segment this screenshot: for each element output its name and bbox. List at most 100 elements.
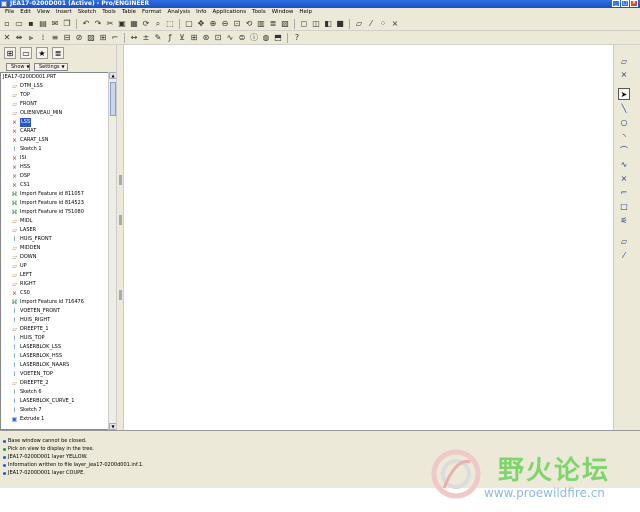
panel-splitter[interactable] <box>116 45 124 430</box>
menu-table[interactable]: Table <box>119 8 139 17</box>
tree-item[interactable]: ⨯ LSS <box>1 118 115 127</box>
csys-display-icon[interactable]: ⨯ <box>390 19 400 29</box>
zoom-out-icon[interactable]: ⊖ <box>220 19 230 29</box>
menu-view[interactable]: View <box>34 8 53 17</box>
tree-item[interactable]: ▱ MIDL <box>1 217 115 226</box>
open-folder-icon[interactable]: ▭ <box>14 19 24 29</box>
tree-item[interactable]: ⌇ Sketch 1 <box>1 145 115 154</box>
menu-insert[interactable]: Insert <box>53 8 75 17</box>
print-icon[interactable]: ▤ <box>38 19 48 29</box>
offset-tool-icon[interactable]: ⌐ <box>618 186 630 198</box>
menu-help[interactable]: Help <box>296 8 315 17</box>
tree-item[interactable]: ⌇ LASERBLOK_HSS <box>1 352 115 361</box>
fillet-tool-icon[interactable]: ⌒ <box>618 144 630 156</box>
tree-item[interactable]: ⌇ LASERBLOK_LSS <box>1 343 115 352</box>
family-table-icon[interactable]: ⊞ <box>189 33 199 43</box>
tree-item[interactable]: ⨯ ISI <box>1 154 115 163</box>
shading-icon[interactable]: ■ <box>335 19 345 29</box>
tree-item[interactable]: ▱ DREEPTE_2 <box>1 379 115 388</box>
menu-file[interactable]: File <box>2 8 17 17</box>
datum-planes-display-icon[interactable]: ▱ <box>354 19 364 29</box>
tree-item[interactable]: ⌇ Sketch 7 <box>1 406 115 415</box>
datum-axis-tool-icon[interactable]: ⨯ <box>618 68 630 80</box>
settings-dropdown[interactable]: Settings ▼ <box>34 62 68 71</box>
menu-tools-a[interactable]: Tools <box>99 8 119 17</box>
tree-item[interactable]: ⌇ HUIS_FRONT <box>1 235 115 244</box>
tree-item[interactable]: ▱ DOWN <box>1 253 115 262</box>
note-icon[interactable]: ✎ <box>153 33 163 43</box>
line-tool-icon[interactable]: ╲ <box>618 102 630 114</box>
layer-tab-icon[interactable]: ≣ <box>52 47 64 59</box>
analysis-icon[interactable]: ⊡ <box>213 33 223 43</box>
reorient-icon[interactable]: ⟲ <box>244 19 254 29</box>
maximize-button[interactable]: □ <box>621 0 629 7</box>
tree-item[interactable]: ⌇ HUIS_TOP <box>1 334 115 343</box>
tree-item[interactable]: ▱ FRONT <box>1 100 115 109</box>
tree-item[interactable]: ⌇ HUIS_RIGHT <box>1 316 115 325</box>
info-icon[interactable]: ⓘ <box>249 33 259 43</box>
spin-center-icon[interactable]: ✥ <box>196 19 206 29</box>
rectangle-tool-icon[interactable]: □ <box>618 200 630 212</box>
tree-item[interactable]: ▣ Extrude 1 <box>1 415 115 424</box>
tree-root[interactable]: JEA17-0200D001.PRT <box>1 73 115 82</box>
tree-item[interactable]: ⨯ CARAT_LSN <box>1 136 115 145</box>
tolerance-icon[interactable]: ± <box>141 33 151 43</box>
measure-icon[interactable]: ⇹ <box>14 33 24 43</box>
menu-sketch[interactable]: Sketch <box>75 8 100 17</box>
hidden-line-icon[interactable]: ◫ <box>311 19 321 29</box>
menu-edit[interactable]: Edit <box>17 8 34 17</box>
email-icon[interactable]: ✉ <box>50 19 60 29</box>
refit-icon[interactable]: ⊡ <box>232 19 242 29</box>
tree-item[interactable]: ⌇ VOETEN_TOP <box>1 370 115 379</box>
surface-analysis-icon[interactable]: ⊜ <box>237 33 247 43</box>
menu-info[interactable]: Info <box>193 8 209 17</box>
favorites-tab-icon[interactable]: ★ <box>36 47 48 59</box>
datum-plane-tool-icon[interactable]: ▱ <box>618 55 630 67</box>
menu-format[interactable]: Format <box>139 8 164 17</box>
tree-item[interactable]: ⌇ LASERBLOK_NAARS <box>1 361 115 370</box>
new-file-icon[interactable]: ▫ <box>2 19 12 29</box>
tree-item[interactable]: ⨯ CARAT <box>1 127 115 136</box>
tree-item[interactable]: ⌘ Import Feature id 814523 <box>1 199 115 208</box>
tree-item[interactable]: ⌘ Import Feature id 811057 <box>1 190 115 199</box>
save-icon[interactable]: ▪ <box>26 19 36 29</box>
tree-item[interactable]: ▱ UP <box>1 262 115 271</box>
tree-item[interactable]: ▱ OLIENIVEAU_MIN <box>1 109 115 118</box>
tree-item[interactable]: ⨯ DSP <box>1 172 115 181</box>
minimize-button[interactable]: _ <box>612 0 620 7</box>
tree-item[interactable]: ⨯ CS0 <box>1 289 115 298</box>
context-help-icon[interactable]: ? <box>292 33 302 43</box>
tree-item[interactable]: ▱ TOP <box>1 91 115 100</box>
section-icon[interactable]: ⊟ <box>62 33 72 43</box>
parameters-icon[interactable]: ⊻ <box>177 33 187 43</box>
circle-tool-icon[interactable]: ○ <box>618 116 630 128</box>
regenerate-icon[interactable]: ⟳ <box>141 19 151 29</box>
no-hidden-icon[interactable]: ◧ <box>323 19 333 29</box>
construction-plane-icon[interactable]: ▱ <box>618 235 630 247</box>
model-tree-icon[interactable]: ⊞ <box>98 33 108 43</box>
find-icon[interactable]: ⌕ <box>153 19 163 29</box>
spline-tool-icon[interactable]: ∿ <box>618 158 630 170</box>
pattern-icon[interactable]: ⁞ <box>38 33 48 43</box>
appearance-icon[interactable]: ◍ <box>261 33 271 43</box>
point-tool-icon[interactable]: × <box>618 172 630 184</box>
datum-points-display-icon[interactable]: ⁘ <box>378 19 388 29</box>
tree-item[interactable]: ⌘ Import Feature id 751080 <box>1 208 115 217</box>
suppress-icon[interactable]: ⊘ <box>74 33 84 43</box>
arc-tool-icon[interactable]: ◝ <box>618 130 630 142</box>
paste-icon[interactable]: ▣ <box>117 19 127 29</box>
mirror-icon[interactable]: ⫸ <box>26 33 36 43</box>
mass-properties-icon[interactable]: ⊛ <box>201 33 211 43</box>
menu-window[interactable]: Window <box>269 8 297 17</box>
cut-icon[interactable]: ✂ <box>105 19 115 29</box>
undo-icon[interactable]: ↶ <box>81 19 91 29</box>
close-button[interactable]: × <box>630 0 638 7</box>
relations-icon[interactable]: ƒ <box>165 33 175 43</box>
tree-item[interactable]: ⌇ LASERBLOK_CURVE_1 <box>1 397 115 406</box>
menu-tools[interactable]: Tools <box>249 8 269 17</box>
tree-item[interactable]: ⌇ VOETEN_FRONT <box>1 307 115 316</box>
tree-item[interactable]: ▱ RIGHT <box>1 280 115 289</box>
tree-item[interactable]: ▱ DTM_LSS <box>1 82 115 91</box>
paste-special-icon[interactable]: ▦ <box>129 19 139 29</box>
folder-browser-tab-icon[interactable]: ▭ <box>20 47 32 59</box>
